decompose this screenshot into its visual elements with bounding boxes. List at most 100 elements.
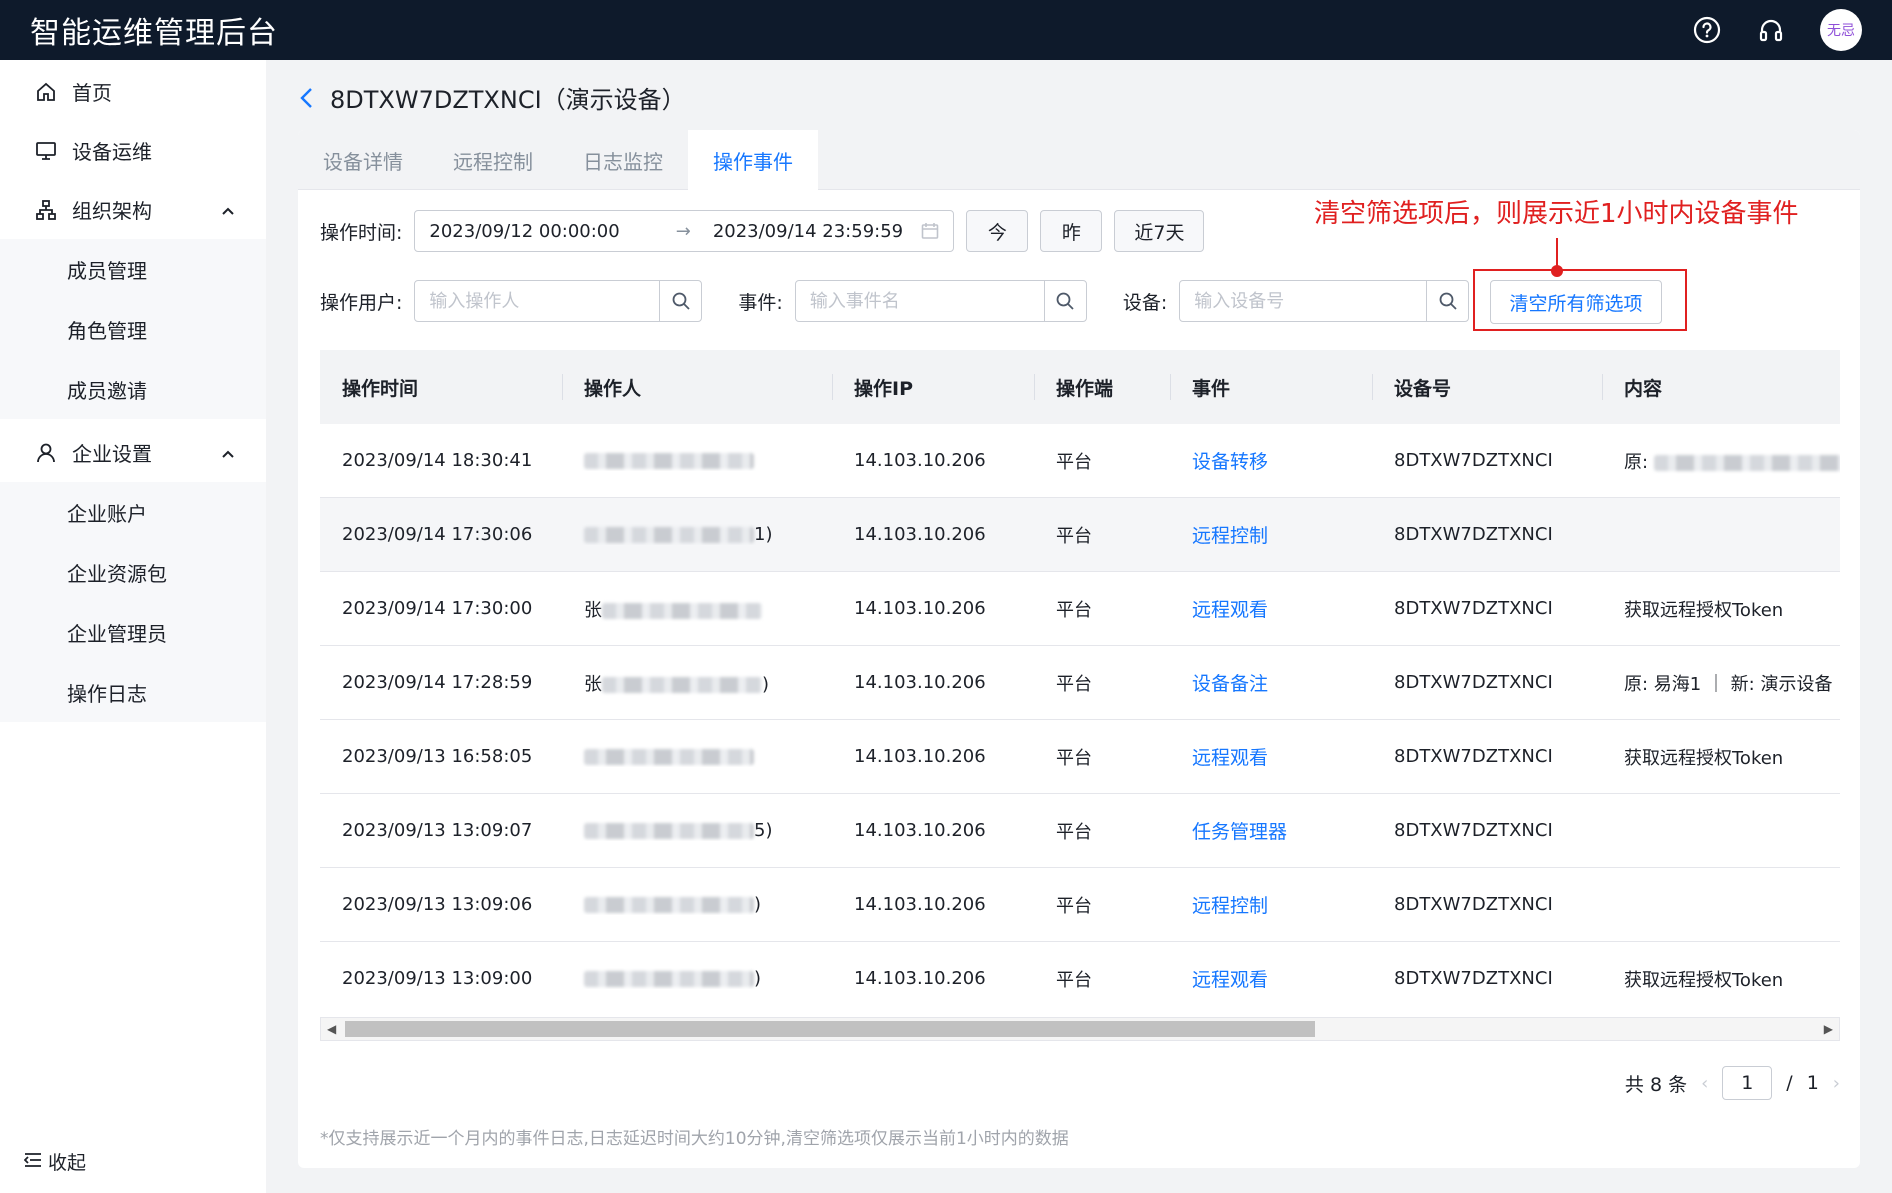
sidebar-item-roles[interactable]: 角色管理 bbox=[0, 299, 266, 359]
redacted-content bbox=[1654, 454, 1840, 471]
home-icon bbox=[34, 80, 58, 104]
sidebar-item-account[interactable]: 企业账户 bbox=[0, 482, 266, 542]
event-search bbox=[794, 280, 1087, 322]
cell-event[interactable]: 任务管理器 bbox=[1170, 817, 1372, 844]
operator-search bbox=[414, 280, 703, 322]
cell-event[interactable]: 设备转移 bbox=[1170, 447, 1372, 474]
sidebar-item-org[interactable]: 组织架构 bbox=[0, 180, 266, 239]
org-icon bbox=[34, 198, 58, 222]
cell-operator: 1) bbox=[562, 524, 832, 545]
sidebar-item-resource-pack[interactable]: 企业资源包 bbox=[0, 542, 266, 602]
cell-content: 获取远程授权Token bbox=[1602, 744, 1840, 770]
col-header-ip: 操作IP bbox=[832, 350, 1034, 424]
scrollbar-thumb[interactable] bbox=[345, 1021, 1315, 1037]
cell-client: 平台 bbox=[1056, 821, 1092, 843]
cell-time: 2023/09/13 13:09:06 bbox=[342, 894, 533, 915]
table-header: 操作时间 操作人 操作IP 操作端 事件 设备号 内容 bbox=[320, 350, 1840, 424]
sidebar-item-device-ops[interactable]: 设备运维 bbox=[0, 121, 266, 180]
search-filter-row: 操作用户: 事件: 设备: bbox=[320, 280, 1470, 322]
headset-icon[interactable] bbox=[1756, 15, 1786, 45]
annotation-pointer-dot bbox=[1551, 265, 1563, 277]
redacted-operator bbox=[584, 823, 754, 839]
tab-remote-control[interactable]: 远程控制 bbox=[428, 130, 558, 190]
device-search bbox=[1179, 280, 1470, 322]
collapse-button[interactable]: 收起 bbox=[23, 1148, 86, 1175]
operator-suffix: ) bbox=[754, 968, 762, 989]
tab-device-detail[interactable]: 设备详情 bbox=[298, 130, 428, 190]
redacted-operator bbox=[584, 749, 754, 765]
next-page-icon[interactable]: › bbox=[1833, 1073, 1840, 1094]
cell-event[interactable]: 远程观看 bbox=[1170, 743, 1372, 770]
avatar[interactable]: 无忌 bbox=[1820, 9, 1862, 51]
table-row: 2023/09/14 17:30:00 张 14.103.10.206 平台 远程观看 8… bbox=[320, 572, 1840, 646]
table-row: 2023/09/13 13:09:06) 14.103.10.206 平台 远程控制 8… bbox=[320, 868, 1840, 942]
cell-operator bbox=[562, 746, 832, 767]
cell-event[interactable]: 远程控制 bbox=[1170, 521, 1372, 548]
col-header-time: 操作时间 bbox=[342, 377, 419, 400]
page-title: 8DTXW7DZTXNCI（演示设备） bbox=[330, 86, 686, 114]
col-header-operator: 操作人 bbox=[562, 350, 832, 424]
cell-time: 2023/09/14 17:30:00 bbox=[342, 598, 533, 619]
col-header-content: 内容 bbox=[1602, 350, 1840, 424]
search-icon[interactable] bbox=[1043, 281, 1086, 321]
last-7-days-button[interactable]: 近7天 bbox=[1114, 210, 1205, 252]
yesterday-button[interactable]: 昨 bbox=[1040, 210, 1103, 252]
back-arrow-icon[interactable] bbox=[298, 86, 316, 110]
prev-page-icon[interactable]: ‹ bbox=[1701, 1073, 1708, 1094]
cell-event[interactable]: 远程观看 bbox=[1170, 595, 1372, 622]
cell-client: 平台 bbox=[1056, 969, 1092, 991]
search-icon[interactable] bbox=[1426, 281, 1468, 321]
calendar-icon bbox=[921, 222, 939, 240]
cell-time: 2023/09/13 13:09:00 bbox=[342, 968, 533, 989]
top-bar: 智能运维管理后台 无忌 bbox=[0, 0, 1892, 60]
device-input[interactable] bbox=[1180, 281, 1427, 321]
tab-log-monitor[interactable]: 日志监控 bbox=[558, 130, 688, 190]
today-button[interactable]: 今 bbox=[966, 210, 1029, 252]
scroll-right-icon[interactable]: ▶ bbox=[1824, 1022, 1833, 1036]
search-icon[interactable] bbox=[659, 281, 701, 321]
redacted-operator bbox=[584, 527, 754, 543]
event-input[interactable] bbox=[795, 281, 1044, 321]
monitor-icon bbox=[34, 139, 58, 163]
enterprise-submenu: 企业账户 企业资源包 企业管理员 操作日志 bbox=[0, 482, 266, 722]
operator-input[interactable] bbox=[415, 281, 660, 321]
cell-event[interactable]: 远程观看 bbox=[1170, 965, 1372, 992]
cell-ip: 14.103.10.206 bbox=[854, 894, 986, 915]
date-end: 2023/09/14 23:59:59 bbox=[712, 220, 904, 242]
cell-device: 8DTXW7DZTXNCI bbox=[1394, 746, 1553, 767]
cell-event[interactable]: 远程控制 bbox=[1170, 891, 1372, 918]
time-filter-row: 操作时间: 2023/09/12 00:00:00 → 2023/09/14 2… bbox=[320, 210, 1205, 252]
tab-bar: 设备详情 远程控制 日志监控 操作事件 bbox=[298, 130, 1860, 190]
footnote: *仅支持展示近一个月内的事件日志,日志延迟时间大约10分钟,清空筛选项仅展示当前… bbox=[320, 1129, 1069, 1149]
operator-prefix: 张 bbox=[584, 599, 602, 621]
menu-fold-icon bbox=[23, 1151, 42, 1173]
sidebar-item-members[interactable]: 成员管理 bbox=[0, 239, 266, 299]
sidebar-item-admins[interactable]: 企业管理员 bbox=[0, 602, 266, 662]
sidebar-item-enterprise[interactable]: 企业设置 bbox=[0, 423, 266, 482]
scroll-left-icon[interactable]: ◀ bbox=[327, 1022, 336, 1036]
cell-content: 获取远程授权Token bbox=[1602, 596, 1840, 622]
breadcrumb: 8DTXW7DZTXNCI（演示设备） bbox=[298, 80, 686, 115]
sidebar-item-label: 首页 bbox=[72, 81, 112, 105]
sidebar-item-invite[interactable]: 成员邀请 bbox=[0, 359, 266, 419]
cell-operator: 张 bbox=[562, 596, 832, 622]
cell-ip: 14.103.10.206 bbox=[854, 672, 986, 693]
help-icon[interactable] bbox=[1692, 15, 1722, 45]
tab-operation-events[interactable]: 操作事件 bbox=[688, 130, 818, 190]
cell-time: 2023/09/14 17:28:59 bbox=[342, 672, 533, 693]
cell-client: 平台 bbox=[1056, 895, 1092, 917]
page-number-input[interactable]: 1 bbox=[1722, 1066, 1773, 1100]
horizontal-scrollbar[interactable]: ◀ ▶ bbox=[320, 1017, 1840, 1041]
time-filter-label: 操作时间: bbox=[320, 221, 403, 244]
date-range-picker[interactable]: 2023/09/12 00:00:00 → 2023/09/14 23:59:5… bbox=[414, 210, 955, 252]
annotation-pointer-line bbox=[1556, 238, 1558, 268]
cell-device: 8DTXW7DZTXNCI bbox=[1394, 968, 1553, 989]
content-text: 获取远程授权Token bbox=[1624, 599, 1784, 621]
sidebar-item-op-logs[interactable]: 操作日志 bbox=[0, 662, 266, 722]
operator-prefix: 张 bbox=[584, 673, 602, 695]
sidebar-item-home[interactable]: 首页 bbox=[0, 62, 266, 121]
operator-suffix: ) bbox=[762, 673, 770, 695]
cell-event[interactable]: 设备备注 bbox=[1170, 669, 1372, 696]
arrow-right-icon: → bbox=[675, 220, 691, 242]
col-header-event: 事件 bbox=[1170, 350, 1372, 424]
